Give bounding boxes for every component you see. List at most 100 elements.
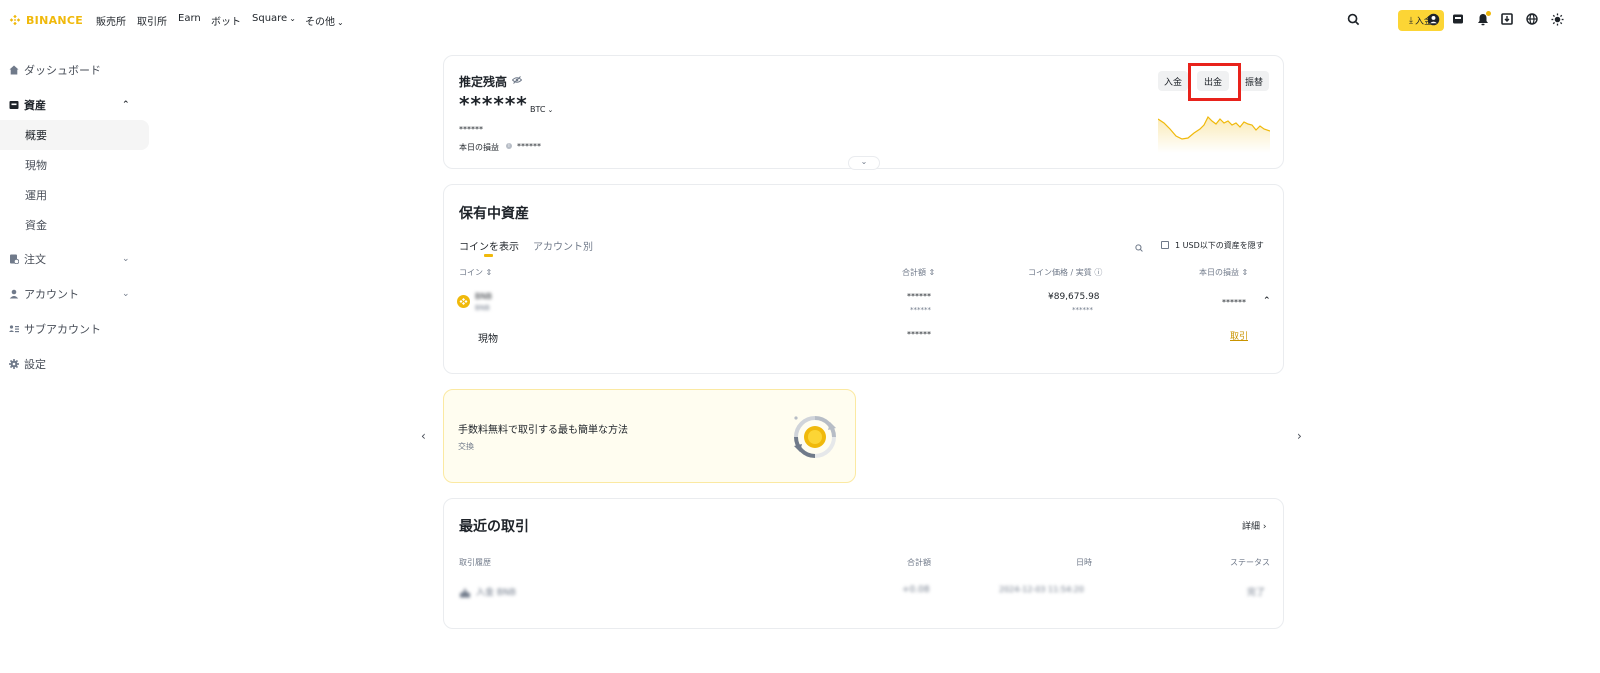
user-icon [8, 289, 19, 300]
carousel-next-icon[interactable]: › [1297, 429, 1302, 443]
tx-datetime: 2024-12-03 11:54:20 [999, 585, 1084, 594]
bnb-coin-icon [457, 295, 470, 308]
coin-name: BNB [475, 304, 490, 312]
sidebar-subitem-overview[interactable]: 概要 [0, 120, 149, 150]
sort-icon: ⇕ [485, 268, 493, 277]
chevron-down-icon: ⌄ [122, 289, 130, 299]
subrow-total: ****** [907, 330, 931, 339]
chevron-down-icon: ⌄ [289, 14, 296, 23]
column-header-amount: 合計額 [907, 558, 931, 567]
download-app-icon[interactable] [1499, 11, 1515, 27]
details-label: 詳細 [1242, 522, 1261, 532]
sidebar-subitem-label: 概要 [25, 129, 47, 142]
sidebar-item-sub-account[interactable]: サブアカウント [0, 315, 150, 343]
chevron-up-icon: ⌃ [122, 100, 130, 110]
column-header-datetime: 日時 [1076, 558, 1092, 567]
column-header-price[interactable]: コイン価格 / 実質 ⓘ [1028, 267, 1102, 278]
nav-item-square-label: Square [252, 13, 288, 24]
carousel-prev-icon[interactable]: ‹ [421, 429, 426, 443]
sidebar-item-label: 注文 [24, 253, 46, 266]
trade-link[interactable]: 取引 [1230, 329, 1248, 342]
search-icon[interactable] [1135, 241, 1143, 255]
column-header-total[interactable]: 合計額 ⇕ [902, 267, 935, 278]
top-nav: BINANCE 販売所 取引所 Earn ボット Square ⌄ その他 ⌄ ⤓ … [0, 0, 1600, 40]
tx-type: 入金 BNB [476, 588, 516, 598]
sub-account-icon [8, 324, 19, 335]
nav-item-square[interactable]: Square ⌄ [252, 13, 296, 24]
column-header-pnl[interactable]: 本日の損益 ⇕ [1199, 267, 1248, 278]
sidebar-subitem-spot[interactable]: 現物 [0, 150, 149, 180]
sort-icon: ⇕ [928, 268, 936, 277]
holdings-title: 保有中資産 [459, 206, 529, 222]
withdraw-highlight [1188, 63, 1241, 101]
nav-item-earn[interactable]: Earn [178, 13, 201, 24]
sidebar-subitem-label: 現物 [25, 159, 47, 172]
balance-unit-selector[interactable]: BTC ⌄ [530, 105, 553, 114]
info-icon: ⓘ [1094, 268, 1103, 277]
deposit-button[interactable]: 入金 [1158, 71, 1188, 91]
notification-dot [1486, 11, 1491, 16]
sidebar-item-orders[interactable]: 注文 ⌄ [0, 245, 150, 273]
tab-coin-view[interactable]: コインを表示 [459, 238, 519, 253]
recent-transactions-card: 最近の取引 詳細 › 取引履歴 合計額 日時 ステータス 入金 BNB +0.0… [443, 498, 1284, 629]
theme-icon[interactable] [1549, 11, 1565, 27]
eye-off-icon[interactable] [511, 74, 523, 88]
balance-amount: ****** [459, 92, 528, 116]
sidebar-subitem-label: 資金 [25, 219, 47, 232]
deposit-type-icon [459, 587, 471, 598]
binance-logo[interactable]: BINANCE [8, 12, 83, 28]
sidebar-item-account[interactable]: アカウント ⌄ [0, 280, 150, 308]
sidebar-item-label: サブアカウント [24, 323, 101, 336]
wallet-icon [8, 100, 19, 111]
coin-symbol: BNB [475, 292, 492, 301]
nav-item-more[interactable]: その他 ⌄ [305, 13, 344, 28]
nav-item-exchange[interactable]: 取引所 [137, 13, 167, 28]
user-icon[interactable] [1425, 11, 1441, 27]
column-header-label: 本日の損益 [1199, 268, 1239, 277]
home-icon [8, 65, 19, 76]
hide-small-checkbox[interactable] [1161, 241, 1169, 249]
sidebar-subitem-earn[interactable]: 運用 [0, 180, 149, 210]
nav-item-bot[interactable]: ボット [211, 13, 241, 28]
details-link[interactable]: 詳細 › [1242, 519, 1267, 532]
promo-title: 手数料無料で取引する最も簡単な方法 [458, 425, 628, 436]
expand-toggle[interactable]: ⌄ [848, 156, 880, 170]
sidebar-subitem-funding[interactable]: 資金 [0, 210, 149, 240]
sidebar-item-label: アカウント [24, 288, 79, 301]
sidebar-item-label: ダッシュボード [24, 64, 101, 77]
sidebar-item-assets[interactable]: 資産 ⌃ [0, 91, 150, 119]
logo-text: BINANCE [26, 13, 84, 27]
settings-icon [8, 359, 19, 370]
chevron-right-icon: › [1262, 522, 1267, 532]
convert-illustration-icon [794, 416, 836, 458]
column-header-coin[interactable]: コイン ⇕ [459, 267, 492, 278]
chevron-down-icon: ⌄ [547, 106, 554, 114]
row-total: ****** [907, 292, 931, 301]
sort-icon: ⇕ [1241, 268, 1249, 277]
holdings-card: 保有中資産 コインを表示 アカウント別 1 USD以下の資産を隠す コイン ⇕ … [443, 184, 1284, 374]
globe-icon[interactable] [1524, 11, 1540, 27]
wallet-icon[interactable] [1450, 11, 1466, 27]
pnl-label: 本日の損益 [459, 143, 499, 152]
active-tab-indicator [484, 254, 493, 257]
sidebar-item-settings[interactable]: 設定 [0, 350, 150, 378]
bell-icon[interactable] [1475, 11, 1491, 27]
chevron-up-icon[interactable]: ⌃ [1263, 296, 1271, 306]
nav-item-more-label: その他 [305, 17, 335, 28]
balance-fiat: ****** [459, 125, 483, 134]
chevron-down-icon: ⌄ [122, 254, 130, 264]
tx-amount: +0.08 [902, 585, 930, 595]
search-icon[interactable] [1345, 11, 1361, 27]
nav-item-sales[interactable]: 販売所 [96, 13, 126, 28]
promo-banner[interactable]: 手数料無料で取引する最も簡単な方法 交換 [443, 389, 856, 483]
binance-logo-icon [9, 14, 21, 26]
tab-account-view[interactable]: アカウント別 [533, 238, 593, 253]
column-header-label: コイン価格 / 実質 [1028, 268, 1092, 277]
hide-small-label: 1 USD以下の資産を隠す [1175, 241, 1264, 250]
download-icon: ⤓ [1409, 15, 1413, 26]
info-icon[interactable]: i [506, 143, 512, 149]
sidebar-item-dashboard[interactable]: ダッシュボード [0, 56, 150, 84]
transfer-button[interactable]: 振替 [1239, 71, 1269, 91]
sidebar-item-label: 資産 [24, 99, 46, 112]
chevron-down-icon: ⌄ [860, 157, 868, 166]
